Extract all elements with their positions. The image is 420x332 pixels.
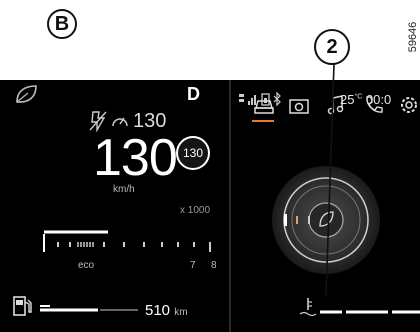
reference-callout: 2: [314, 29, 350, 65]
callout-leader-line: [325, 63, 335, 297]
reference-number-text: 2: [326, 35, 338, 58]
